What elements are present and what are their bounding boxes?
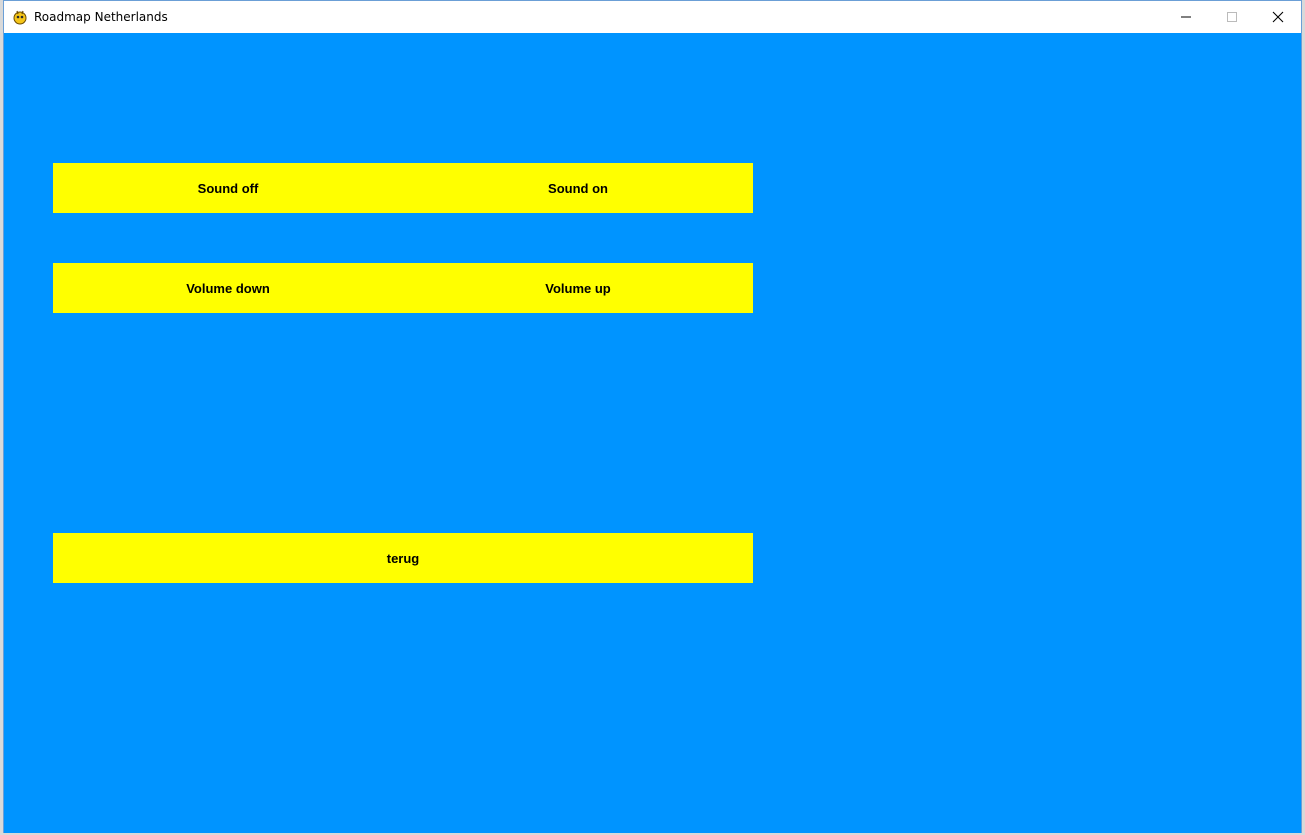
sound-row: Sound off Sound on [53,163,753,213]
sound-on-button[interactable]: Sound on [403,163,753,213]
game-canvas: Sound off Sound on Volume down Volume up… [4,33,1301,833]
sound-off-button[interactable]: Sound off [53,163,403,213]
pygame-snake-icon [12,9,28,25]
volume-up-button[interactable]: Volume up [403,263,753,313]
volume-down-button[interactable]: Volume down [53,263,403,313]
minimize-button[interactable] [1163,1,1209,33]
maximize-icon [1227,12,1237,22]
close-button[interactable] [1255,1,1301,33]
minimize-icon [1181,16,1191,18]
title-bar[interactable]: Roadmap Netherlands [4,1,1301,33]
app-window: Roadmap Netherlands Sound off Sound on V… [3,0,1302,833]
back-button[interactable]: terug [53,533,753,583]
close-icon [1272,11,1284,23]
window-title: Roadmap Netherlands [34,10,168,24]
window-controls [1163,1,1301,33]
maximize-button[interactable] [1209,1,1255,33]
volume-row: Volume down Volume up [53,263,753,313]
back-row: terug [53,533,753,583]
